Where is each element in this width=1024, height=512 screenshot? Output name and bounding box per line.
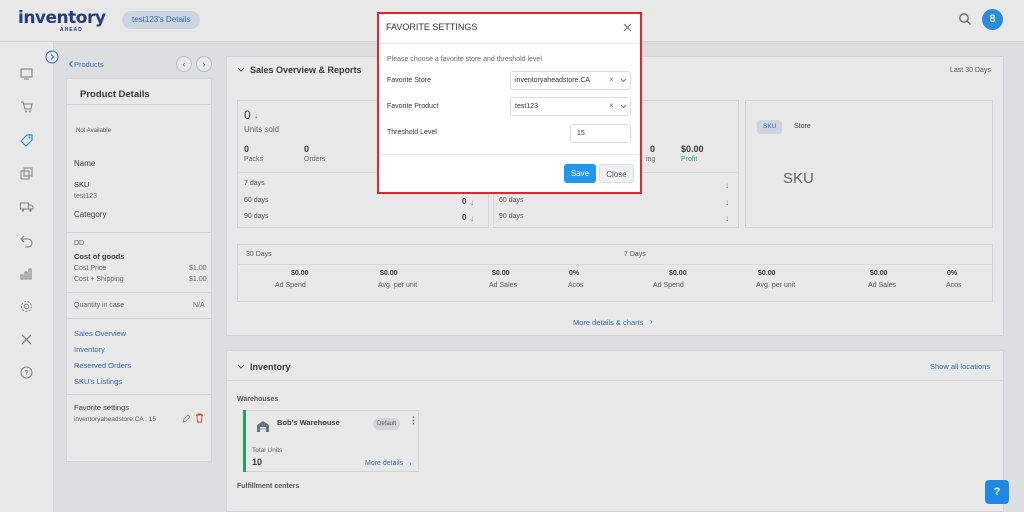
- chevron-down-icon[interactable]: [620, 78, 627, 83]
- chevron-down-icon[interactable]: [620, 104, 627, 109]
- favorite-store-value: inventoryaheadstore.CA: [515, 77, 591, 84]
- clear-icon[interactable]: ×: [609, 75, 614, 84]
- save-button[interactable]: Save: [564, 164, 596, 183]
- threshold-level-label: Threshold Level: [387, 129, 437, 136]
- modal-title: FAVORITE SETTINGS: [386, 22, 478, 32]
- clear-icon[interactable]: ×: [609, 101, 614, 110]
- threshold-level-value: 15: [577, 130, 585, 137]
- modal-hint: Please choose a favorite store and thres…: [387, 56, 542, 63]
- favorite-product-label: Favorite Product: [387, 103, 439, 110]
- divider: [379, 43, 640, 44]
- help-chat-button[interactable]: ?: [985, 480, 1009, 504]
- favorite-store-label: Favorite Store: [387, 77, 431, 84]
- close-icon[interactable]: [623, 23, 632, 32]
- favorite-product-value: test123: [515, 103, 538, 110]
- divider: [379, 154, 640, 155]
- close-button[interactable]: Close: [599, 164, 634, 183]
